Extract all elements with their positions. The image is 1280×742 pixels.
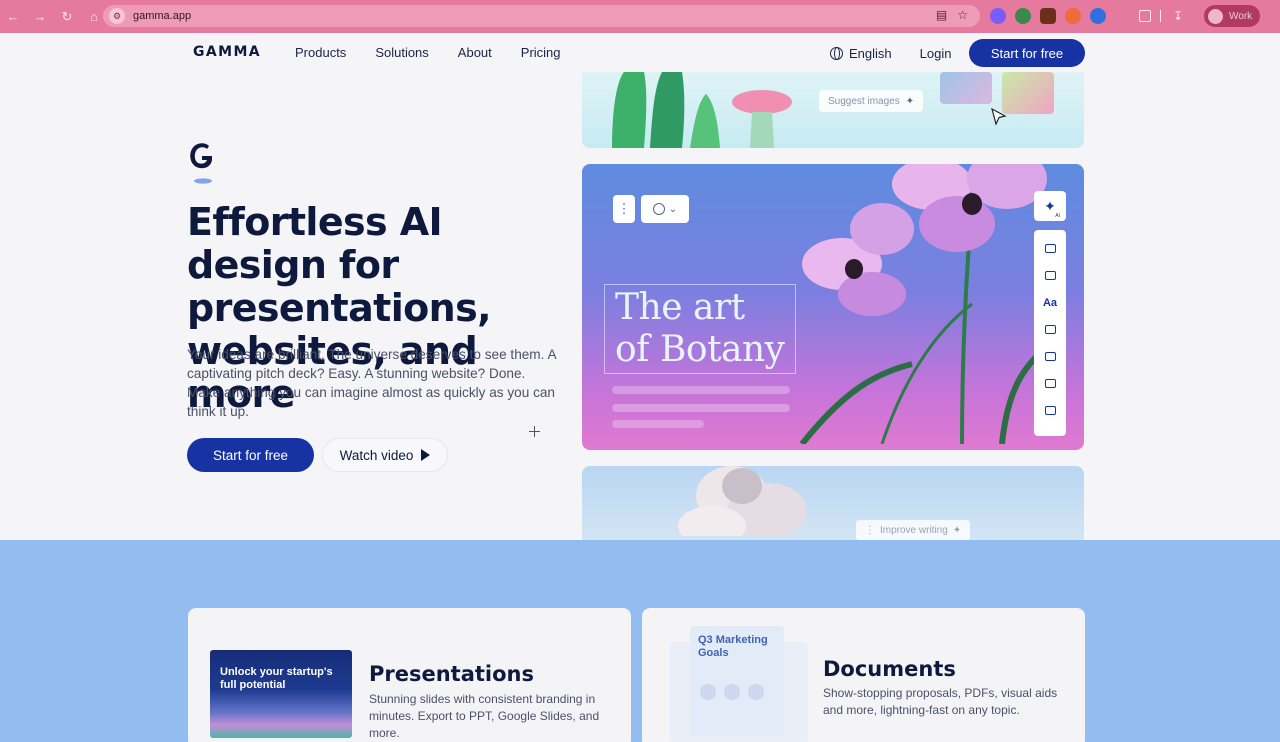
placeholder-line: [612, 386, 790, 394]
side-toolbar: Aa: [1034, 230, 1066, 436]
browser-toolbar: ← → ↻ ⌂ ⚙ gamma.app ▤ ☆ ↧ Work: [0, 0, 1280, 33]
layout-tool-icon[interactable]: [1042, 267, 1058, 284]
art-title-line1: The art: [615, 287, 745, 328]
art-of-botany-card: ⋮ ⌄ The art of Botany ✦ AI Aa: [582, 164, 1084, 450]
document-thumb-text: Q3 Marketing Goals: [698, 634, 768, 659]
table-tool-icon[interactable]: [1042, 348, 1058, 365]
feature-description: Stunning slides with consistent branding…: [369, 692, 600, 740]
extension-icon[interactable]: [1065, 8, 1081, 24]
suggest-images-label: Suggest images: [828, 95, 900, 107]
profile-name: Work: [1229, 10, 1253, 22]
sparkle-icon: ✦: [905, 95, 915, 107]
suggest-images-chip[interactable]: Suggest images ✦: [819, 90, 924, 112]
presentation-thumb-text: Unlock your startup's full potential: [220, 666, 333, 691]
feature-card-documents[interactable]: Q3 Marketing Goals Documents Show-stoppi…: [642, 608, 1085, 742]
theme-palette-button[interactable]: ⌄: [641, 195, 689, 223]
ai-sparkle-button[interactable]: ✦ AI: [1034, 191, 1066, 221]
chart-circle-icon: [700, 684, 716, 700]
improve-writing-chip[interactable]: ⋮ Improve writing ✦: [856, 520, 971, 540]
watch-video-button[interactable]: Watch video: [322, 438, 448, 472]
suggest-images-card: Suggest images ✦: [582, 72, 1084, 148]
sparkle-icon: ✦: [952, 524, 962, 536]
more-options-icon[interactable]: ⋮: [613, 195, 635, 223]
extension-icon[interactable]: [990, 8, 1006, 24]
divider: [1160, 10, 1161, 22]
language-selector[interactable]: English: [830, 46, 892, 61]
login-link[interactable]: Login: [920, 46, 952, 61]
chart-circle-icon: [724, 684, 740, 700]
ai-badge: AI: [1055, 213, 1060, 219]
cactus-illustration: [612, 72, 792, 148]
mouse-pointer-icon: [991, 108, 1007, 126]
text-tool-icon[interactable]: Aa: [1042, 294, 1058, 311]
gamma-logo[interactable]: GAMMA: [193, 44, 261, 60]
presentation-thumbnail: Unlock your startup's full potential: [210, 650, 352, 738]
profile-button[interactable]: Work: [1204, 5, 1260, 27]
art-title-block[interactable]: The art of Botany: [604, 284, 796, 374]
site-navbar: GAMMA Products Solutions About Pricing E…: [0, 33, 1280, 73]
nav-link-pricing[interactable]: Pricing: [521, 45, 561, 60]
drag-handle-icon: ⋮: [865, 524, 875, 536]
feature-title: Documents: [823, 657, 956, 681]
chevron-down-icon: ⌄: [668, 203, 678, 215]
image-thumbnail[interactable]: [940, 72, 992, 104]
forward-icon[interactable]: →: [28, 5, 52, 29]
language-label: English: [849, 45, 892, 61]
edit-tool-icon[interactable]: [1042, 402, 1058, 419]
nav-start-free-button[interactable]: Start for free: [969, 39, 1085, 67]
shapes-tool-icon[interactable]: [1042, 240, 1058, 257]
placeholder-line: [612, 420, 704, 428]
chart-circle-icon: [748, 684, 764, 700]
improve-writing-label: Improve writing: [880, 524, 948, 536]
back-icon[interactable]: ←: [1, 5, 25, 29]
extension-icons: ↧: [990, 8, 1186, 24]
improve-writing-card: ⋮ Improve writing ✦: [582, 466, 1084, 546]
nav-link-products[interactable]: Products: [295, 45, 346, 60]
hero-section: Effortless AI design for presentations, …: [0, 72, 1280, 546]
globe-icon: [830, 46, 843, 60]
reload-icon[interactable]: ↻: [55, 5, 79, 29]
placeholder-line: [612, 404, 790, 412]
extensions-puzzle-icon[interactable]: [1139, 10, 1151, 22]
ai-sparkle-icon: ✦: [1044, 197, 1056, 214]
hero-subtitle: Your ideas are brilliant. The universe d…: [187, 347, 556, 419]
avatar: [1208, 8, 1223, 24]
cloud-illustration: [678, 466, 807, 536]
card-tool-icon[interactable]: [1042, 375, 1058, 392]
nav-link-solutions[interactable]: Solutions: [375, 45, 428, 60]
download-icon[interactable]: ↧: [1170, 8, 1186, 24]
play-icon: [421, 449, 431, 461]
image-tool-icon[interactable]: [1042, 321, 1058, 338]
palette-icon: [652, 203, 665, 215]
extension-icon[interactable]: [1040, 8, 1056, 24]
url-text: gamma.app: [133, 10, 192, 22]
document-thumbnail: Q3 Marketing Goals: [690, 626, 784, 736]
feature-title: Presentations: [369, 662, 535, 686]
hero-start-free-button[interactable]: Start for free: [187, 438, 314, 472]
nav-right: English Login: [830, 38, 951, 68]
nav-link-about[interactable]: About: [458, 45, 492, 60]
watch-video-label: Watch video: [339, 447, 414, 463]
features-section: Unlock your startup's full potential Pre…: [0, 540, 1280, 742]
address-bar[interactable]: ⚙ gamma.app ▤ ☆: [103, 5, 980, 27]
art-title-line2: of Botany: [615, 329, 785, 370]
crosshair-cursor-icon: [529, 426, 540, 437]
nav-links: Products Solutions About Pricing: [295, 45, 561, 60]
image-thumbnail[interactable]: [1002, 72, 1054, 114]
cast-icon[interactable]: ▤: [936, 8, 947, 22]
extension-icon[interactable]: [1015, 8, 1031, 24]
extension-icon[interactable]: [1090, 8, 1106, 24]
gamma-g-icon: [190, 143, 212, 184]
site-info-icon[interactable]: ⚙: [109, 8, 125, 24]
bookmark-star-icon[interactable]: ☆: [957, 8, 968, 22]
feature-description: Show-stopping proposals, PDFs, visual ai…: [823, 686, 1058, 717]
feature-card-presentations[interactable]: Unlock your startup's full potential Pre…: [188, 608, 631, 742]
